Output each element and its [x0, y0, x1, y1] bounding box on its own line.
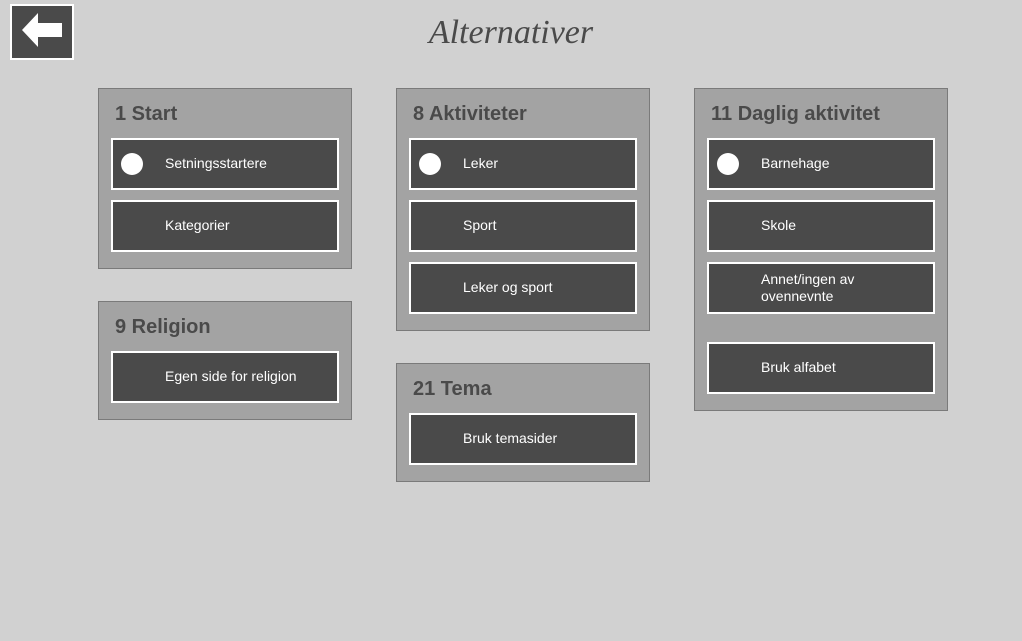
option-sport[interactable]: Sport — [409, 200, 637, 252]
card-daglig-aktivitet: 11 Daglig aktivitet Barnehage Skole Annet/i… — [694, 88, 948, 411]
option-skole[interactable]: Skole — [707, 200, 935, 252]
option-bruk-temasider[interactable]: Bruk temasider — [409, 413, 637, 465]
radio-spacer — [121, 366, 143, 388]
option-label: Bruk alfabet — [747, 359, 927, 377]
option-setningsstartere[interactable]: Setningsstartere — [111, 138, 339, 190]
column: 8 Aktiviteter Leker Sport Leker og sport 21 … — [396, 88, 650, 482]
option-columns: 1 Start Setningsstartere Kategorier 9 Relig… — [98, 88, 948, 482]
card-title-aktiviteter: 8 Aktiviteter — [413, 103, 637, 126]
option-bruk-alfabet[interactable]: Bruk alfabet — [707, 342, 935, 394]
option-label: Barnehage — [747, 155, 927, 173]
card-title-religion: 9 Religion — [115, 316, 339, 339]
card-title-start: 1 Start — [115, 103, 339, 126]
card-tema: 21 Tema Bruk temasider — [396, 363, 650, 482]
option-leker[interactable]: Leker — [409, 138, 637, 190]
card-religion: 9 Religion Egen side for religion — [98, 301, 352, 420]
option-label: Annet/ingen av ovennevnte — [747, 271, 927, 306]
radio-spacer — [419, 428, 441, 450]
column: 11 Daglig aktivitet Barnehage Skole Annet/i… — [694, 88, 948, 411]
option-kategorier[interactable]: Kategorier — [111, 200, 339, 252]
radio-spacer — [717, 277, 739, 299]
card-aktiviteter: 8 Aktiviteter Leker Sport Leker og sport — [396, 88, 650, 331]
option-egen-side-religion[interactable]: Egen side for religion — [111, 351, 339, 403]
radio-spacer — [717, 357, 739, 379]
radio-spacer — [121, 215, 143, 237]
radio-selected-icon — [121, 153, 143, 175]
radio-spacer — [419, 277, 441, 299]
card-start: 1 Start Setningsstartere Kategorier — [98, 88, 352, 269]
radio-spacer — [419, 215, 441, 237]
option-label: Bruk temasider — [449, 430, 629, 448]
option-label: Sport — [449, 217, 629, 235]
option-label: Kategorier — [151, 217, 331, 235]
option-annet-ingen[interactable]: Annet/ingen av ovennevnte — [707, 262, 935, 314]
option-label: Setningsstartere — [151, 155, 331, 173]
option-leker-og-sport[interactable]: Leker og sport — [409, 262, 637, 314]
option-label: Leker — [449, 155, 629, 173]
option-label: Skole — [747, 217, 927, 235]
page-title: Alternativer — [0, 14, 1022, 52]
option-label: Leker og sport — [449, 279, 629, 297]
radio-selected-icon — [419, 153, 441, 175]
card-title-tema: 21 Tema — [413, 378, 637, 401]
column: 1 Start Setningsstartere Kategorier 9 Relig… — [98, 88, 352, 420]
radio-spacer — [717, 215, 739, 237]
option-barnehage[interactable]: Barnehage — [707, 138, 935, 190]
option-label: Egen side for religion — [151, 368, 331, 386]
radio-selected-icon — [717, 153, 739, 175]
card-title-daglig-aktivitet: 11 Daglig aktivitet — [711, 103, 935, 126]
